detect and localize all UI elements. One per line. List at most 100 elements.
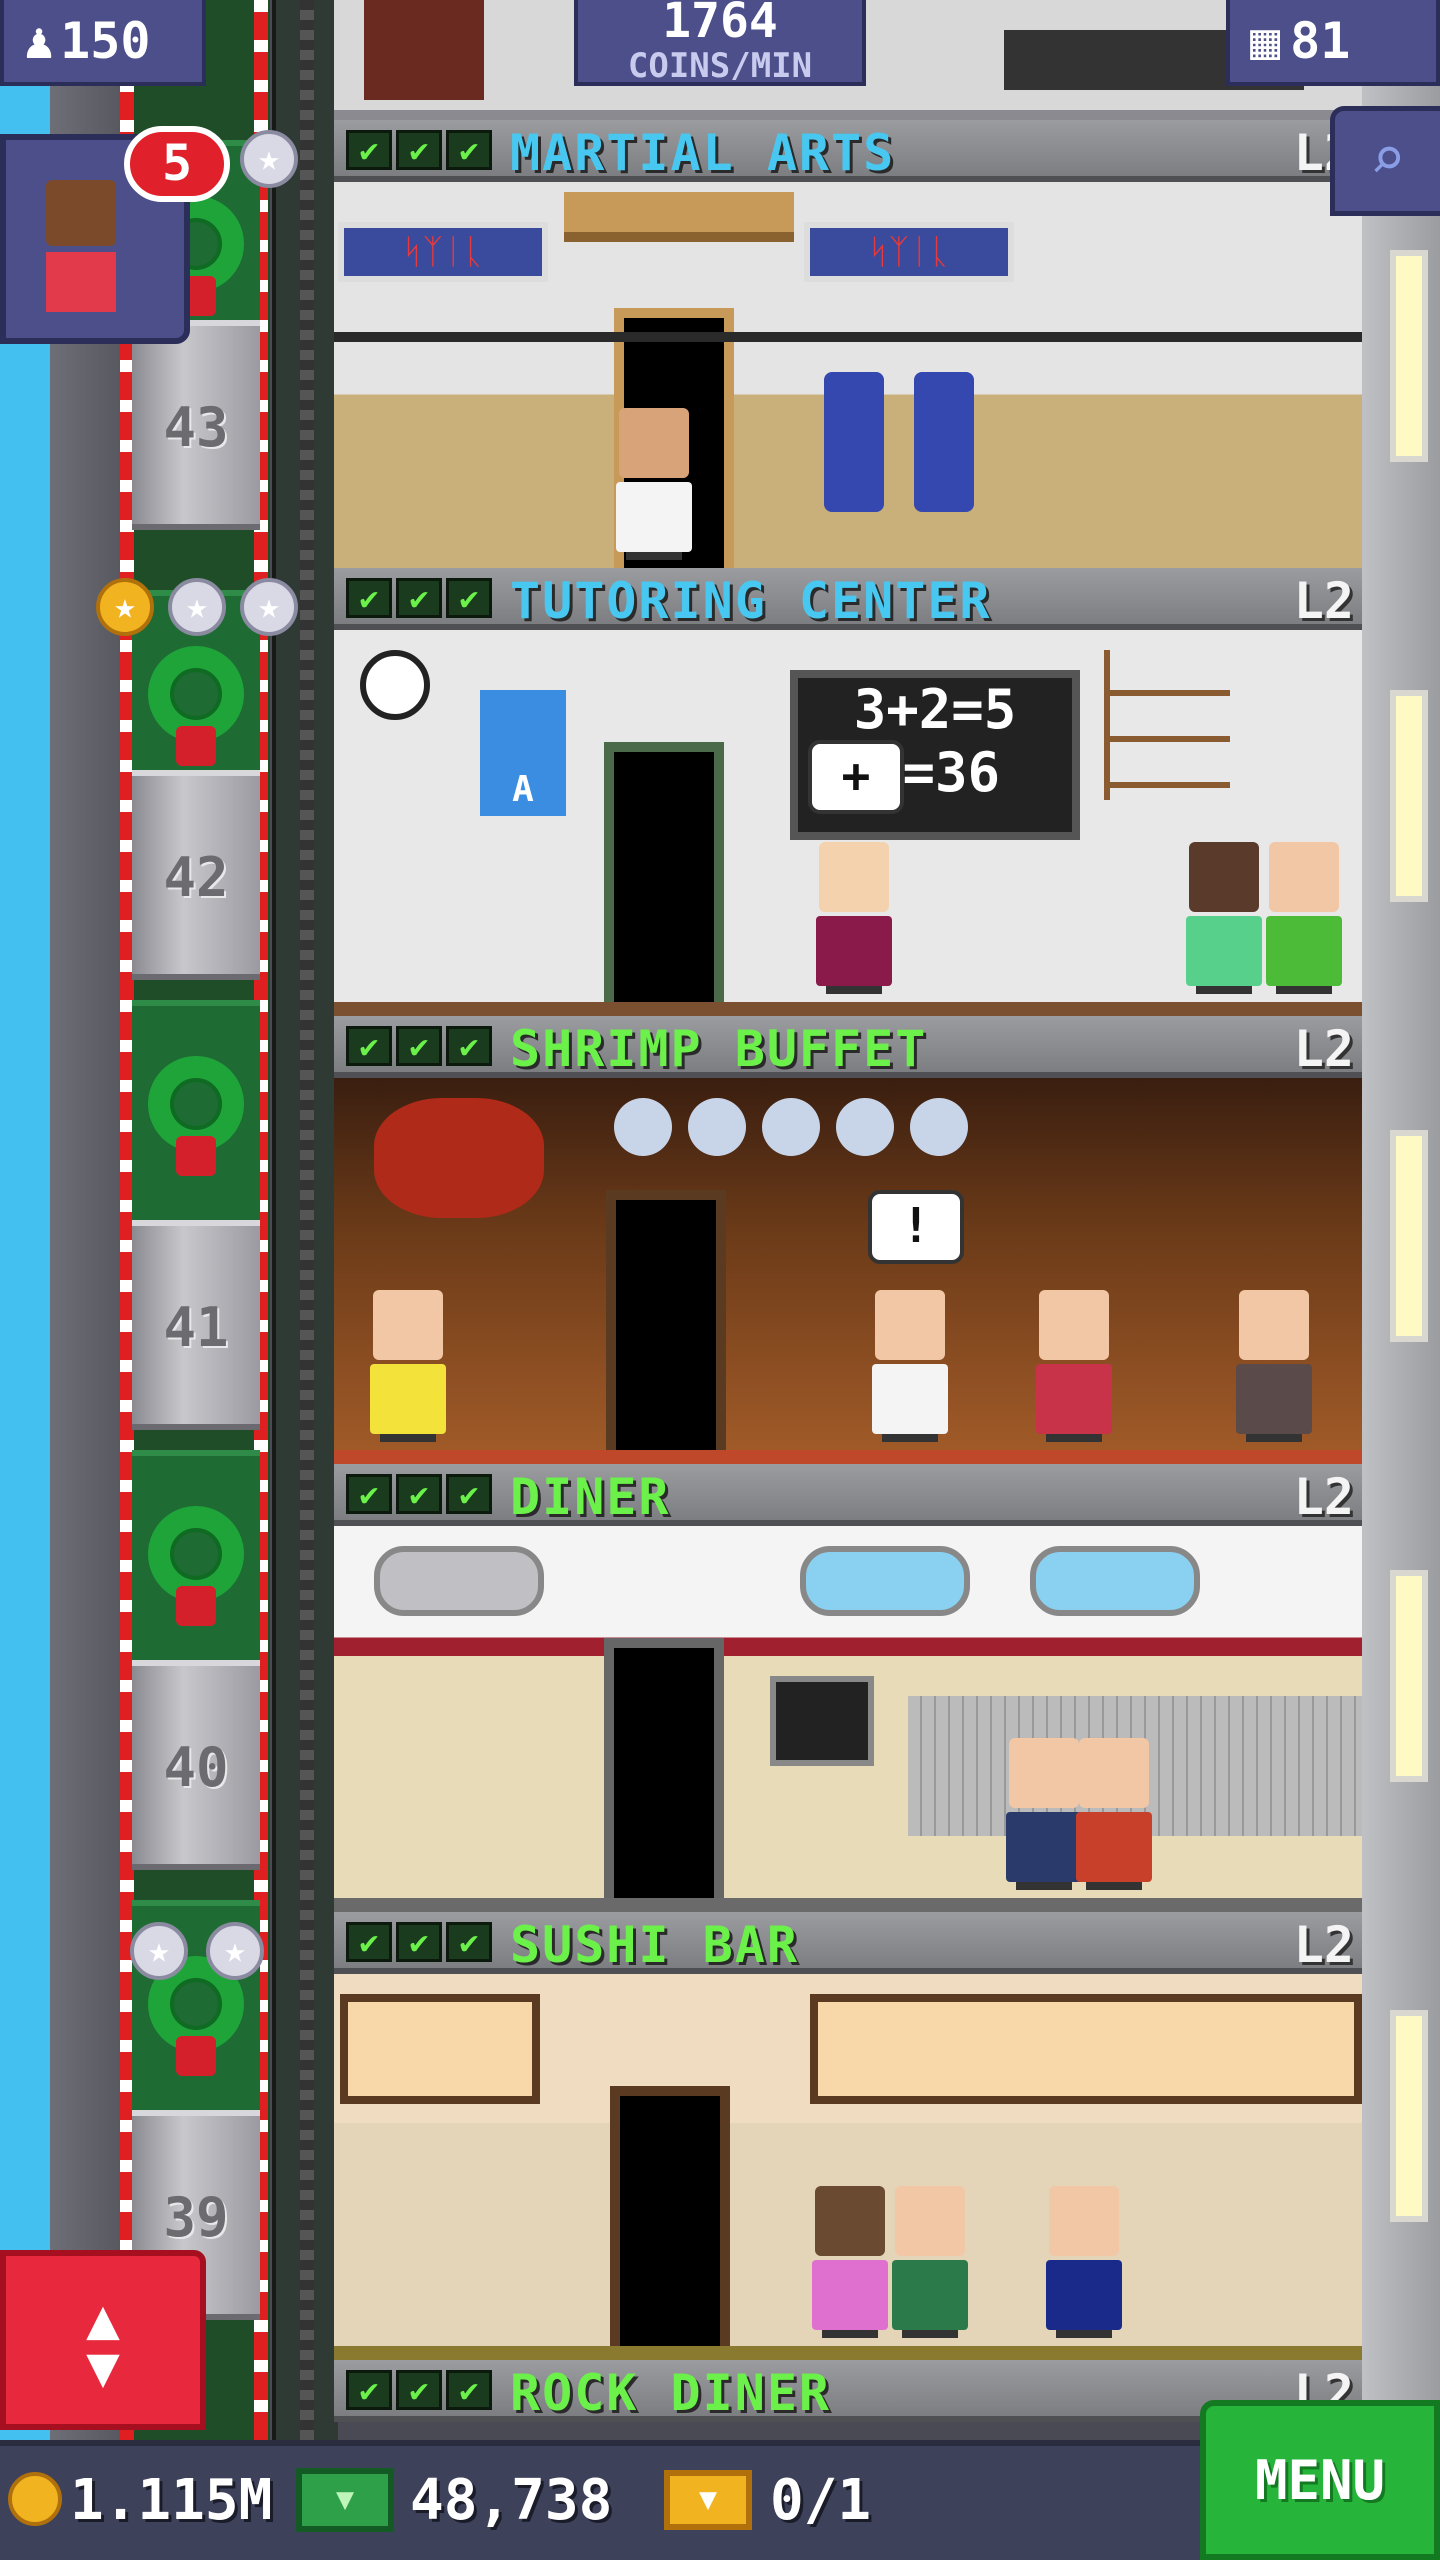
- floor-sushi-bar[interactable]: ✔ ✔ ✔ SUSHI BAR L2: [334, 1912, 1362, 2360]
- side-window: [1390, 1570, 1428, 1782]
- room-door: [604, 742, 724, 1002]
- side-window: [1390, 690, 1428, 902]
- stock-checks: ✔ ✔ ✔: [346, 578, 492, 618]
- side-window: [1390, 1130, 1428, 1342]
- floor-level: L2: [1293, 1916, 1354, 1974]
- wreath-block: [132, 1450, 260, 1680]
- elevator-floor-marker: 43: [132, 320, 260, 530]
- room-interior: ᛋᛉᛁᚳ ᛋᛉᛁᚳ: [334, 182, 1362, 568]
- floor-martial-arts[interactable]: ✔ ✔ ✔ MARTIAL ARTS L2 ᛋᛉᛁᚳ ᛋᛉᛁᚳ: [334, 120, 1362, 572]
- room-interior: [334, 1974, 1362, 2360]
- check-icon: ✔: [446, 1922, 492, 1962]
- floor-level: L2: [1293, 572, 1354, 630]
- check-icon: ✔: [346, 2370, 392, 2410]
- population-count: 150: [60, 12, 151, 70]
- star-icon: ★: [240, 130, 298, 188]
- star-icon: ★: [240, 578, 298, 636]
- elevator-button[interactable]: ▲ ▼: [0, 2250, 206, 2430]
- star-icon: ★: [168, 578, 226, 636]
- stock-checks: ✔ ✔ ✔: [346, 1922, 492, 1962]
- room-door: [604, 1638, 724, 1898]
- sky: [0, 0, 50, 2440]
- room-door: [610, 2086, 730, 2346]
- menu-button[interactable]: MENU: [1200, 2400, 1440, 2560]
- customer[interactable]: [810, 2186, 890, 2338]
- menu-label: MENU: [1254, 2448, 1386, 2512]
- customer[interactable]: [890, 2186, 970, 2338]
- population-icon: ♟: [24, 12, 55, 70]
- customer[interactable]: [1074, 1738, 1154, 1890]
- room-interior: [334, 1526, 1362, 1912]
- floor-name: MARTIAL ARTS: [510, 124, 896, 182]
- floors-icon: ▦: [1250, 12, 1281, 70]
- martial-arts-instructor[interactable]: [614, 408, 694, 560]
- floor-count-chip[interactable]: ▦ 81: [1226, 0, 1440, 86]
- bow-icon: [176, 1586, 216, 1626]
- customer[interactable]: [1034, 1290, 1114, 1442]
- customer[interactable]: [1044, 2186, 1124, 2338]
- elevator-rail-inner: [300, 0, 314, 2440]
- student[interactable]: [1264, 842, 1344, 994]
- check-icon: ✔: [396, 130, 442, 170]
- floor-level: L2: [1293, 1468, 1354, 1526]
- elevator-floor-marker: 41: [132, 1220, 260, 1430]
- check-icon: ✔: [446, 130, 492, 170]
- tutoring-bubble[interactable]: +: [808, 740, 904, 814]
- floor-name: ROCK DINER: [510, 2364, 832, 2422]
- coin-icon: [8, 2472, 62, 2526]
- bookshelf: [1104, 650, 1230, 800]
- coin-balance[interactable]: 1.115M: [70, 2468, 272, 2533]
- apple-poster: A: [480, 690, 566, 816]
- customer[interactable]: [1234, 1290, 1314, 1442]
- population-chip[interactable]: ♟ 150: [0, 0, 206, 86]
- check-icon: ✔: [446, 1026, 492, 1066]
- check-icon: ✔: [396, 1922, 442, 1962]
- check-icon: ✔: [396, 578, 442, 618]
- customer[interactable]: [1004, 1738, 1084, 1890]
- check-icon: ✔: [396, 2370, 442, 2410]
- student[interactable]: [814, 842, 894, 994]
- porthole-window: [800, 1546, 970, 1616]
- ticket-count[interactable]: 0/1: [770, 2468, 871, 2533]
- stock-checks: ✔ ✔ ✔: [346, 1474, 492, 1514]
- stock-checks: ✔ ✔ ✔: [346, 130, 492, 170]
- dojo-banner: ᛋᛉᛁᚳ: [804, 222, 1014, 282]
- customer[interactable]: [368, 1290, 448, 1442]
- room-interior: A 3+2=5 6=36 +: [334, 630, 1362, 1016]
- alert-bubble[interactable]: !: [868, 1190, 964, 1264]
- room-door: [606, 1190, 726, 1450]
- side-window: [1390, 250, 1428, 462]
- coins-per-min-chip[interactable]: 1764 COINS/MIN: [574, 0, 866, 86]
- porthole-window: [1030, 1546, 1200, 1616]
- floor-level: L2: [1293, 1020, 1354, 1078]
- check-icon: ✔: [446, 578, 492, 618]
- elevator-shaft-wall: [50, 0, 130, 2440]
- wreath-block: [132, 1000, 260, 1230]
- fence-rail: [334, 332, 1362, 342]
- ticket-icon: ▼: [664, 2470, 752, 2530]
- check-icon: ✔: [446, 1474, 492, 1514]
- notification-badge[interactable]: 5: [124, 126, 230, 202]
- floor-tutoring-center[interactable]: ✔ ✔ ✔ TUTORING CENTER L2 A 3+2=5 6=36 +: [334, 568, 1362, 1016]
- shrimp-decoration: [374, 1098, 544, 1218]
- check-icon: ✔: [346, 1026, 392, 1066]
- student[interactable]: [1184, 842, 1264, 994]
- check-icon: ✔: [346, 1474, 392, 1514]
- check-icon: ✔: [396, 1026, 442, 1066]
- check-icon: ✔: [346, 578, 392, 618]
- stock-checks: ✔ ✔ ✔: [346, 1026, 492, 1066]
- bow-icon: [176, 2036, 216, 2076]
- floor-diner[interactable]: ✔ ✔ ✔ DINER L2: [334, 1464, 1362, 1912]
- star-icon: ★: [130, 1922, 188, 1980]
- elevator-floor-marker: 40: [132, 1660, 260, 1870]
- chef[interactable]: [870, 1290, 950, 1442]
- avatar: [46, 180, 116, 246]
- floor-count: 81: [1290, 12, 1351, 70]
- coins-per-min-label: COINS/MIN: [627, 46, 813, 86]
- room-interior: !: [334, 1078, 1362, 1464]
- floor-shrimp-buffet[interactable]: ✔ ✔ ✔ SHRIMP BUFFET L2 !: [334, 1016, 1362, 1464]
- bux-balance[interactable]: 48,738: [410, 2468, 612, 2533]
- search-button[interactable]: ⌕: [1330, 106, 1440, 216]
- shelf: [364, 0, 484, 100]
- gold-star-icon: ★: [96, 578, 154, 636]
